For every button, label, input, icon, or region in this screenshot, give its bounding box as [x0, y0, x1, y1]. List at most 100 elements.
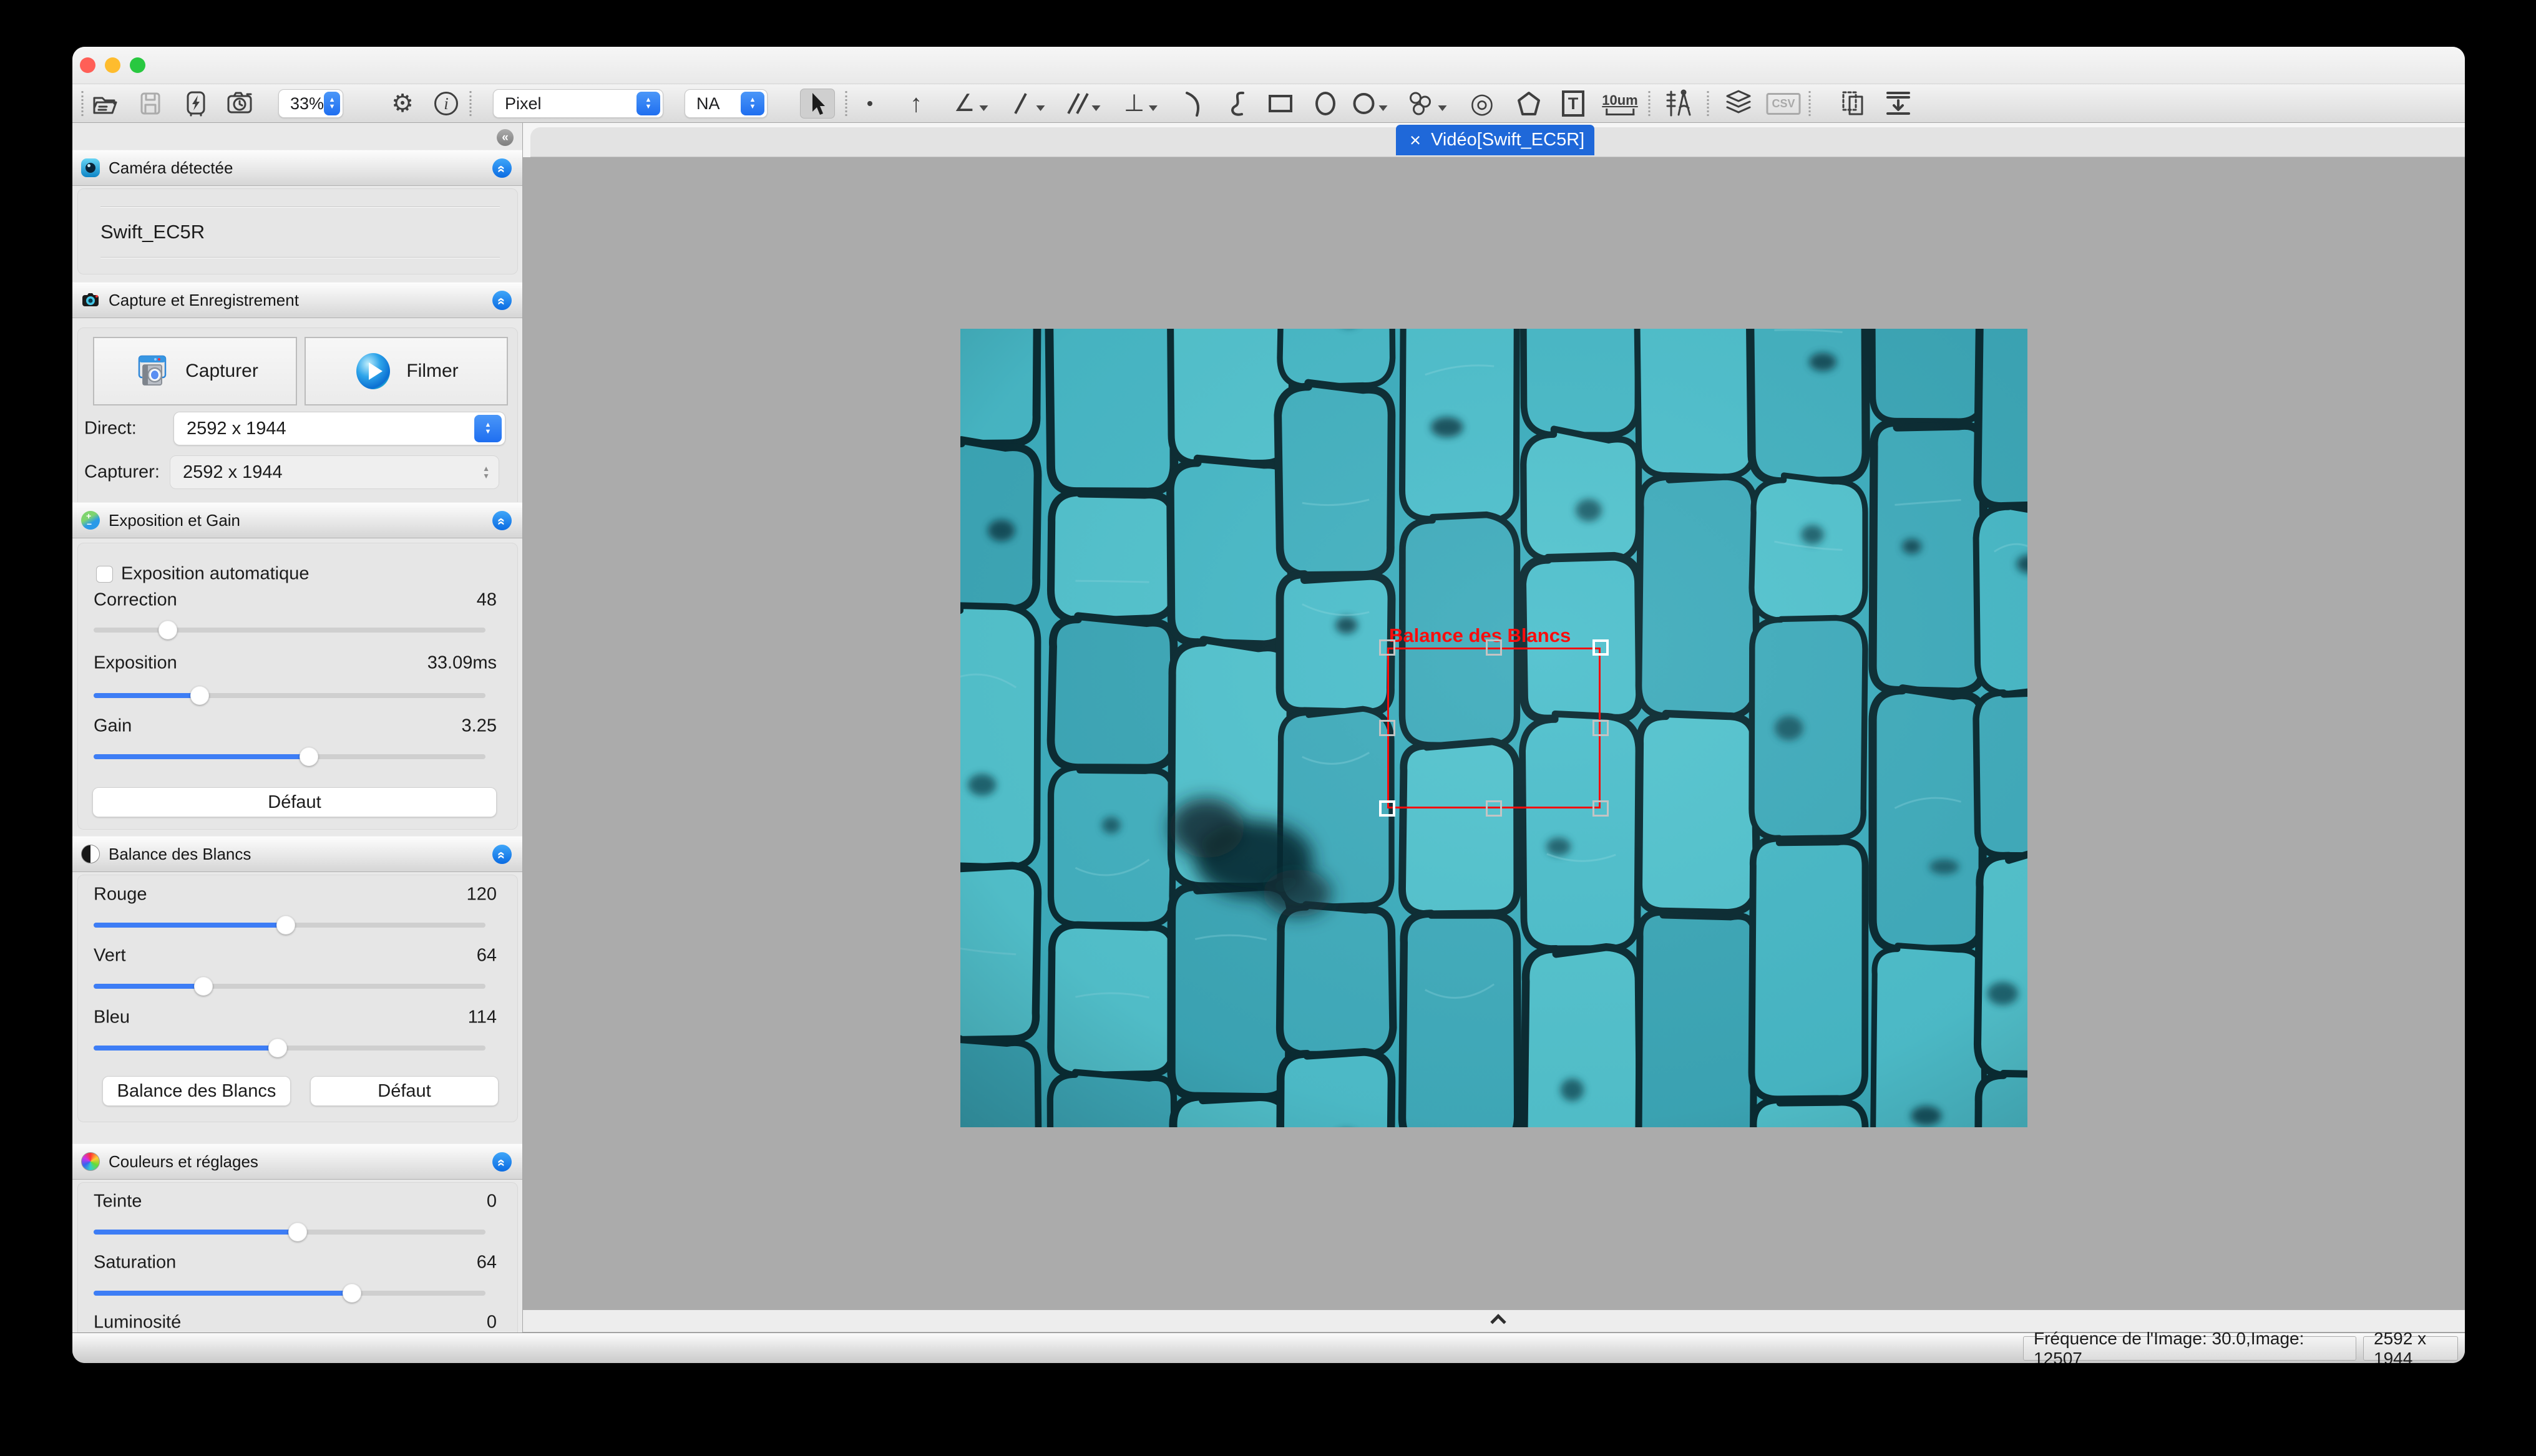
white-balance-button[interactable]: Balance des Blancs [102, 1076, 291, 1106]
slider-thumb[interactable] [194, 977, 213, 996]
slider-value: 3.25 [462, 716, 497, 737]
slider-thumb[interactable] [158, 621, 177, 639]
gain-slider[interactable] [94, 747, 485, 766]
stepper-icon[interactable]: ▲▼ [474, 415, 502, 442]
saturation-slider[interactable] [94, 1284, 485, 1303]
green-slider[interactable] [94, 977, 485, 996]
line-tool-icon[interactable] [1010, 84, 1045, 123]
circle-tool-icon[interactable] [1353, 84, 1388, 123]
correction-slider[interactable] [94, 621, 485, 639]
tab-video[interactable]: × Vidéo[Swift_EC5R] [1396, 125, 1594, 155]
polygon-tool-icon[interactable] [1515, 84, 1543, 123]
auto-exposure-checkbox[interactable] [96, 566, 113, 583]
unit-select[interactable]: Pixel ▲▼ [493, 89, 663, 118]
panel-header-whitebalance[interactable]: Balance des Blancs « [72, 836, 523, 872]
hue-slider[interactable] [94, 1223, 485, 1241]
slider-thumb[interactable] [268, 1039, 287, 1057]
zoom-window-icon[interactable] [130, 57, 145, 73]
slider-value: 114 [468, 1007, 497, 1028]
title-bar[interactable] [72, 47, 2465, 84]
panel-collapse-button[interactable]: « [492, 291, 512, 310]
chevron-up-icon[interactable] [1490, 1314, 1506, 1329]
spline-tool-icon[interactable] [1223, 84, 1248, 123]
settings-gear-icon[interactable]: ⚙ [391, 84, 414, 123]
pointer-tool-icon[interactable] [803, 84, 831, 123]
layers-icon[interactable] [1724, 84, 1753, 123]
roi-handle[interactable] [1592, 720, 1609, 736]
main-canvas: × Vidéo[Swift_EC5R] [523, 123, 2465, 1332]
open-folder-icon[interactable] [90, 84, 119, 123]
roi-handle[interactable] [1486, 639, 1502, 656]
capture-button[interactable]: Capturer [93, 337, 297, 405]
panel-header-camera[interactable]: Caméra détectée « [72, 150, 523, 186]
rectangle-tool-icon[interactable] [1269, 84, 1292, 123]
tool-dropdown-caret [1438, 105, 1447, 111]
blue-slider[interactable] [94, 1039, 485, 1057]
roi-handle[interactable] [1379, 639, 1395, 656]
wb-default-button[interactable]: Défaut [310, 1076, 499, 1106]
point-tool-icon[interactable] [867, 84, 872, 123]
arrow-tool-icon[interactable]: ↑ [910, 84, 922, 123]
app-window: 33% ▲▼ ⚙ i Pixel ▲▼ NA ▲▼ [72, 47, 2465, 1363]
concentric-circle-tool-icon[interactable]: ◎ [1470, 84, 1494, 123]
exposure-default-button[interactable]: Défaut [92, 787, 497, 817]
duplicate-icon[interactable] [1838, 84, 1868, 123]
chevrons-up-icon: « [495, 165, 509, 171]
zoom-level-select[interactable]: 33% ▲▼ [278, 89, 343, 118]
perpendicular-tool-icon[interactable]: ⊥ [1124, 84, 1158, 123]
panel-collapse-button[interactable]: « [492, 845, 512, 864]
tool-dropdown-caret [1036, 105, 1045, 111]
save-icon[interactable] [137, 84, 164, 123]
luminosity-value: 0 [487, 1313, 497, 1333]
csv-export-icon[interactable]: CSV [1766, 84, 1800, 123]
text-tool-icon[interactable]: T [1562, 84, 1584, 123]
measure-calipers-icon[interactable] [1665, 84, 1695, 123]
capture-button-label: Capturer [185, 361, 258, 382]
stepper-icon[interactable]: ▲▼ [741, 92, 764, 115]
camera-flash-icon[interactable] [182, 84, 210, 123]
minimize-window-icon[interactable] [105, 57, 120, 73]
video-feed[interactable]: Balance des Blancs [960, 329, 2027, 1127]
parallel-lines-tool-icon[interactable] [1066, 84, 1101, 123]
scale-bar-tool-icon[interactable]: 10um [1602, 84, 1637, 123]
slider-thumb[interactable] [190, 686, 209, 705]
direct-resolution-select[interactable]: 2592 x 1944 ▲▼ [173, 412, 505, 445]
tool-dropdown-caret [1149, 105, 1158, 111]
slider-thumb[interactable] [300, 747, 318, 766]
camera-timer-icon[interactable] [225, 84, 255, 123]
na-select[interactable]: NA ▲▼ [685, 89, 768, 118]
white-balance-roi[interactable] [1387, 648, 1601, 808]
capture-resolution-select[interactable]: 2592 x 1944 ▲▼ [170, 455, 499, 489]
stepper-icon[interactable]: ▲▼ [324, 92, 340, 115]
panel-header-capture[interactable]: Capture et Enregistrement « [72, 282, 523, 318]
film-button[interactable]: Filmer [305, 337, 508, 405]
tab-close-icon[interactable]: × [1410, 130, 1421, 150]
close-window-icon[interactable] [80, 57, 95, 73]
linked-circles-tool-icon[interactable] [1407, 84, 1447, 123]
ellipse-tool-icon[interactable] [1315, 84, 1335, 123]
panel-collapse-button[interactable]: « [492, 158, 512, 178]
sidebar-collapse-button[interactable]: « [497, 129, 514, 146]
panel-collapse-button[interactable]: « [492, 1152, 512, 1172]
info-icon[interactable]: i [434, 84, 458, 123]
roi-handle[interactable] [1379, 720, 1395, 736]
roi-handle[interactable] [1592, 800, 1609, 817]
slider-thumb[interactable] [343, 1284, 361, 1303]
exposure-slider[interactable] [94, 686, 485, 705]
panel-collapse-button[interactable]: « [492, 511, 512, 530]
angle-tool-icon[interactable]: ∠ [953, 84, 988, 123]
slider-thumb[interactable] [276, 916, 295, 934]
panel-header-exposure[interactable]: + − Exposition et Gain « [72, 502, 523, 538]
camera-name[interactable]: Swift_EC5R [100, 221, 205, 243]
arc-tool-icon[interactable] [1178, 84, 1206, 123]
panel-header-colors[interactable]: Couleurs et réglages « [72, 1143, 523, 1180]
roi-handle[interactable] [1486, 800, 1502, 817]
red-slider[interactable] [94, 916, 485, 934]
slider-thumb[interactable] [288, 1223, 307, 1241]
roi-handle[interactable] [1379, 800, 1395, 817]
annotation-label[interactable]: Balance des Blancs [1389, 624, 1571, 647]
export-down-icon[interactable] [1883, 84, 1913, 123]
chevrons-up-icon: « [495, 851, 509, 857]
roi-handle[interactable] [1592, 639, 1609, 656]
stepper-icon[interactable]: ▲▼ [636, 92, 660, 115]
